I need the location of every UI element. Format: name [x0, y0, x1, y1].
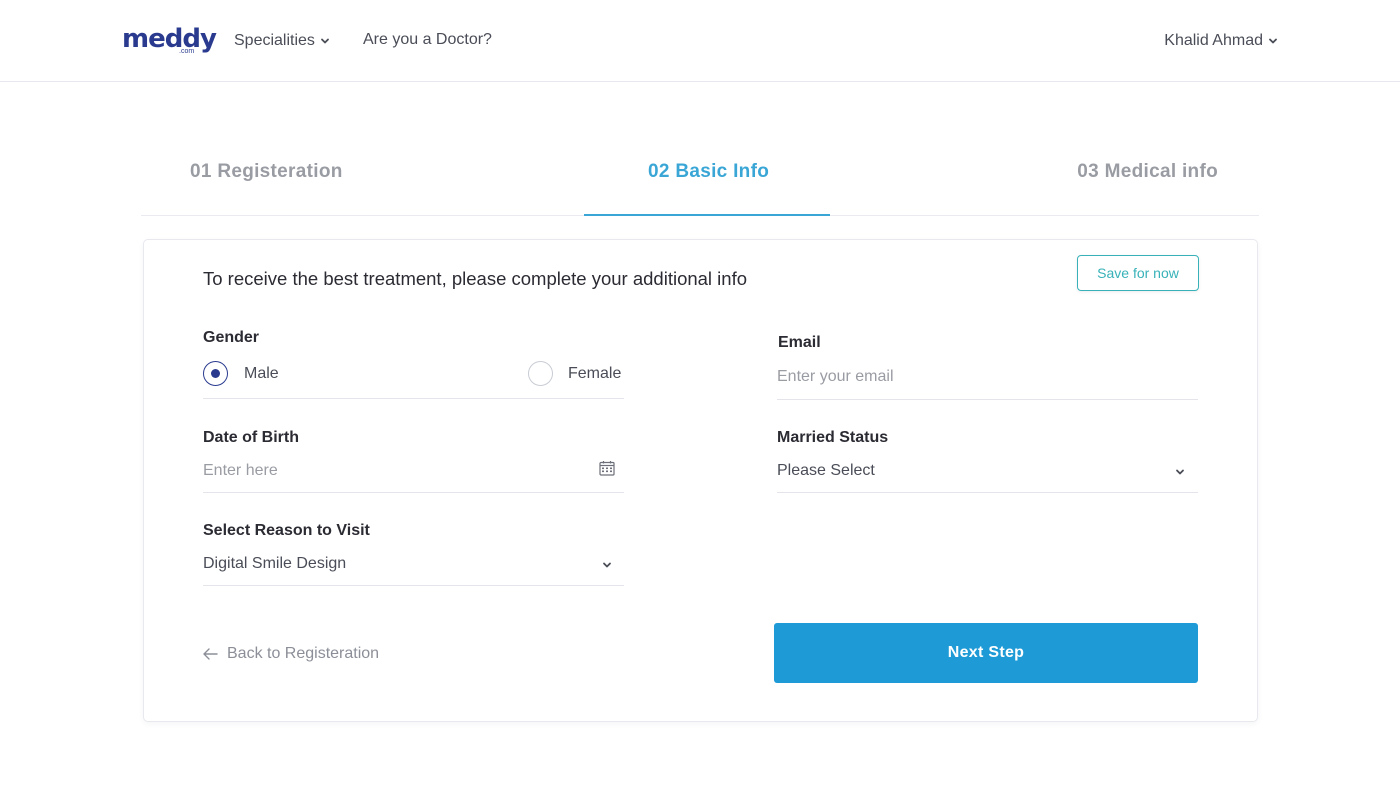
- dob-underline: [203, 492, 624, 493]
- nav-are-you-a-doctor[interactable]: Are you a Doctor?: [363, 30, 492, 50]
- step-medical-info[interactable]: 03 Medical info: [1077, 160, 1218, 184]
- reason-underline: [203, 585, 624, 586]
- step-registration[interactable]: 01 Registeration: [190, 160, 343, 184]
- back-to-registration-link[interactable]: Back to Registeration: [202, 644, 379, 664]
- married-status-underline: [777, 492, 1198, 493]
- meddy-logo[interactable]: meddy .com: [122, 24, 217, 58]
- active-step-indicator: [584, 214, 830, 216]
- step-basic-info[interactable]: 02 Basic Info: [648, 160, 769, 184]
- chevron-down-icon: [1269, 38, 1277, 44]
- back-link-label: Back to Registeration: [227, 645, 380, 662]
- gender-female-radio[interactable]: [528, 361, 553, 386]
- top-header: meddy .com Specialities Are you a Doctor…: [0, 0, 1400, 82]
- email-underline: [777, 399, 1198, 400]
- email-label: Email: [778, 334, 821, 351]
- save-for-now-button[interactable]: Save for now: [1077, 255, 1199, 291]
- married-status-select[interactable]: Please Select: [777, 461, 875, 481]
- email-input[interactable]: [777, 365, 1197, 389]
- user-name: Khalid Ahmad: [1164, 32, 1263, 49]
- user-menu[interactable]: Khalid Ahmad: [1164, 31, 1278, 51]
- reason-select[interactable]: Digital Smile Design: [203, 554, 346, 574]
- nav-specialities[interactable]: Specialities: [234, 31, 330, 51]
- next-step-button[interactable]: Next Step: [774, 623, 1198, 683]
- dob-input[interactable]: [203, 459, 583, 483]
- logo-sub: .com: [179, 48, 195, 55]
- progress-steps: 01 Registeration 02 Basic Info 03 Medica…: [141, 140, 1259, 216]
- chevron-down-icon: [321, 38, 329, 44]
- chevron-down-icon[interactable]: [1175, 467, 1185, 477]
- nav-doctor-label: Are you a Doctor?: [363, 31, 492, 48]
- gender-female-label[interactable]: Female: [568, 364, 621, 384]
- gender-male-label[interactable]: Male: [244, 364, 279, 384]
- form-intro: To receive the best treatment, please co…: [203, 268, 748, 289]
- dob-label: Date of Birth: [203, 429, 299, 446]
- basic-info-card: To receive the best treatment, please co…: [143, 239, 1258, 722]
- married-status-label: Married Status: [777, 429, 889, 446]
- gender-male-radio[interactable]: [203, 361, 228, 386]
- gender-divider: [203, 398, 624, 399]
- arrow-left-icon: [203, 648, 218, 660]
- calendar-icon[interactable]: [599, 460, 615, 476]
- logo-text: meddy: [122, 24, 217, 54]
- nav-specialities-label: Specialities: [234, 32, 315, 49]
- chevron-down-icon[interactable]: [602, 560, 612, 570]
- gender-label: Gender: [203, 329, 260, 346]
- reason-label: Select Reason to Visit: [203, 522, 370, 539]
